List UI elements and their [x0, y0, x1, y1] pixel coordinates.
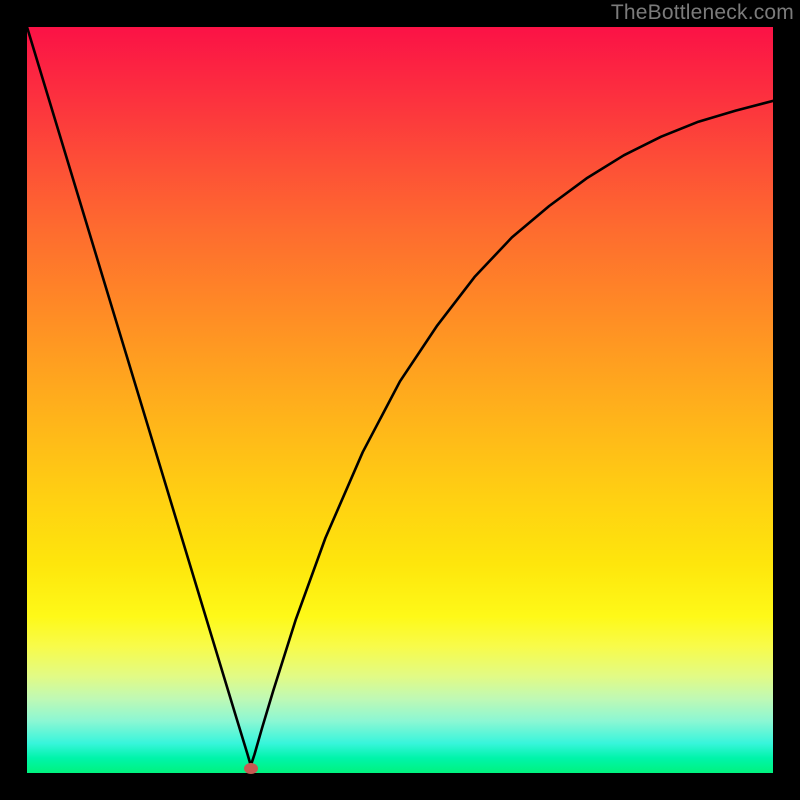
chart-frame: TheBottleneck.com — [0, 0, 800, 800]
bottleneck-curve — [27, 27, 773, 773]
watermark-text: TheBottleneck.com — [611, 1, 794, 25]
optimal-point-marker — [244, 763, 258, 774]
chart-plot-area — [27, 27, 773, 773]
